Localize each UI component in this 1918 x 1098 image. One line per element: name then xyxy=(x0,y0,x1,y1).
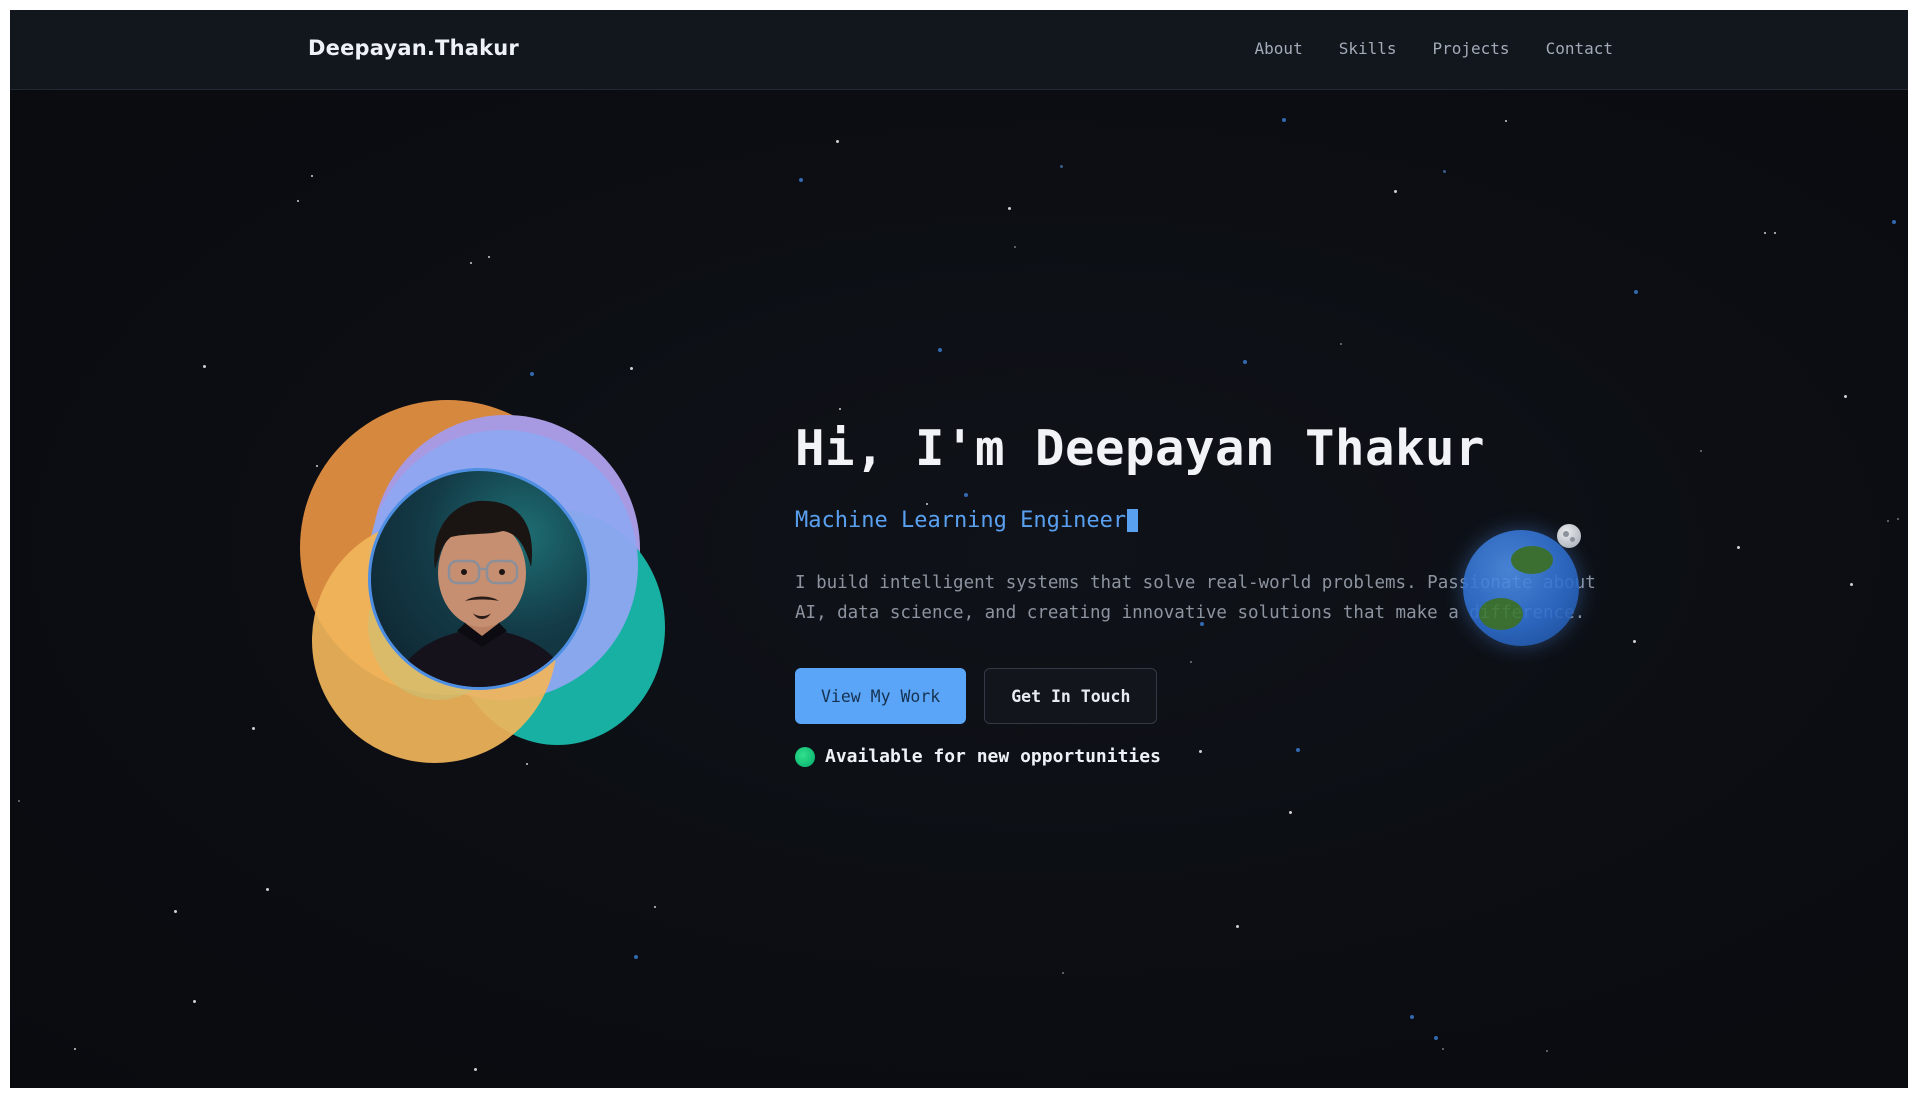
star-dot xyxy=(836,140,839,143)
star-dot xyxy=(74,1048,76,1050)
star-dot xyxy=(1282,118,1286,122)
star-dot xyxy=(1634,290,1638,294)
star-dot xyxy=(1505,120,1507,122)
star-dot xyxy=(1700,450,1702,452)
hero-role: Machine Learning Engineer xyxy=(795,507,1127,533)
continent-shape xyxy=(1511,546,1553,574)
star-dot xyxy=(1060,165,1063,168)
nav-links: About Skills Projects Contact xyxy=(1255,39,1613,58)
star-dot xyxy=(1236,925,1239,928)
get-in-touch-button[interactable]: Get In Touch xyxy=(984,668,1158,724)
availability-status: Available for new opportunities xyxy=(795,746,1655,767)
star-dot xyxy=(1737,546,1740,549)
star-dot xyxy=(311,175,313,177)
star-dot xyxy=(1850,583,1853,586)
star-dot xyxy=(1442,1048,1444,1050)
nav-link-contact[interactable]: Contact xyxy=(1546,39,1613,58)
star-dot xyxy=(1289,811,1292,814)
navbar: Deepayan.Thakur About Skills Projects Co… xyxy=(10,10,1908,90)
star-dot xyxy=(1062,972,1064,974)
star-dot xyxy=(1340,343,1342,345)
nav-link-projects[interactable]: Projects xyxy=(1433,39,1510,58)
star-dot xyxy=(266,888,269,891)
cta-buttons: View My Work Get In Touch xyxy=(795,668,1655,724)
star-dot xyxy=(1014,246,1016,248)
nav-link-skills[interactable]: Skills xyxy=(1339,39,1397,58)
star-dot xyxy=(654,906,656,908)
earth-icon xyxy=(1463,530,1579,646)
view-my-work-button[interactable]: View My Work xyxy=(795,668,967,724)
star-dot xyxy=(252,727,255,730)
hero-title: Hi, I'm Deepayan Thakur xyxy=(795,420,1486,477)
star-dot xyxy=(297,200,299,202)
star-dot xyxy=(1546,1050,1548,1052)
star-dot xyxy=(1764,232,1766,234)
star-dot xyxy=(470,262,472,264)
star-dot xyxy=(1844,395,1847,398)
star-dot xyxy=(488,256,490,258)
star-dot xyxy=(1243,360,1247,364)
star-dot xyxy=(1892,220,1896,224)
status-text: Available for new opportunities xyxy=(825,746,1161,767)
star-dot xyxy=(1443,170,1446,173)
avatar xyxy=(368,468,590,690)
star-dot xyxy=(1897,518,1899,520)
star-dot xyxy=(174,910,177,913)
star-dot xyxy=(634,955,638,959)
star-dot xyxy=(530,372,534,376)
status-dot-icon xyxy=(795,746,815,767)
typing-cursor xyxy=(1127,508,1139,532)
star-dot xyxy=(630,367,633,370)
star-dot xyxy=(1410,1015,1414,1019)
portrait-photo xyxy=(392,500,572,687)
star-dot xyxy=(938,348,942,352)
moon-icon xyxy=(1557,524,1581,548)
moon-crater xyxy=(1570,537,1575,542)
star-dot xyxy=(203,365,206,368)
app-window: Deepayan.Thakur About Skills Projects Co… xyxy=(10,10,1908,1088)
star-dot xyxy=(799,178,803,182)
star-dot xyxy=(1434,1036,1438,1040)
moon-crater xyxy=(1563,531,1569,537)
star-dot xyxy=(18,800,20,802)
star-dot xyxy=(474,1068,477,1071)
star-dot xyxy=(1887,520,1889,522)
avatar-decoration xyxy=(300,400,665,765)
star-dot xyxy=(193,1000,196,1003)
continent-shape xyxy=(1479,598,1523,630)
nav-link-about[interactable]: About xyxy=(1255,39,1303,58)
star-dot xyxy=(1394,190,1397,193)
star-dot xyxy=(1008,207,1011,210)
star-dot xyxy=(1774,232,1776,234)
star-dot xyxy=(839,408,841,410)
brand-logo[interactable]: Deepayan.Thakur xyxy=(308,36,519,60)
